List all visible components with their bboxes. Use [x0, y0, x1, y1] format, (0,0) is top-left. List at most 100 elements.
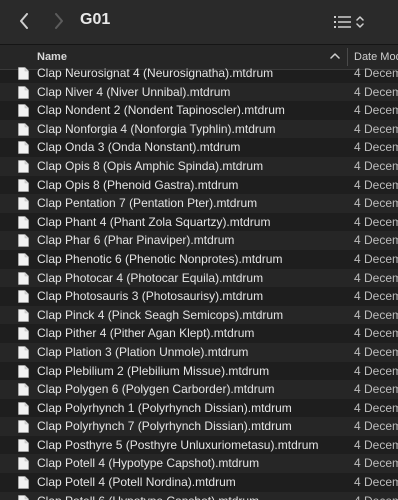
- file-row[interactable]: Clap Pentation 7 (Pentation Pter).mtdrum…: [0, 194, 398, 213]
- list-view-icon: [334, 16, 351, 28]
- document-icon: [18, 327, 29, 341]
- document-icon: [18, 253, 29, 266]
- file-name: Clap Onda 3 (Onda Nonstant).mtdrum: [37, 140, 241, 155]
- document-icon: [18, 141, 29, 155]
- file-date-modified: 4 Decem: [354, 307, 398, 322]
- file-row[interactable]: Clap Polyrhynch 7 (Polyrhynch Dissian).m…: [0, 417, 398, 436]
- document-icon: [18, 271, 29, 285]
- file-row[interactable]: Clap Phar 6 (Phar Pinaviper).mtdrum 4 Dec…: [0, 231, 398, 250]
- file-name: Clap Polygen 6 (Polygen Carborder).mtdru…: [37, 382, 275, 397]
- file-name: Clap Photocar 4 (Photocar Equila).mtdrum: [37, 270, 264, 285]
- back-button[interactable]: [13, 9, 35, 33]
- file-date-modified: 4 Decem: [354, 382, 398, 397]
- file-name: Clap Nonforgia 4 (Nonforgia Typhlin).mtd…: [37, 121, 276, 136]
- file-row[interactable]: Clap Posthyre 5 (Posthyre Unluxuriometas…: [0, 436, 398, 455]
- document-icon: [18, 178, 29, 192]
- file-row[interactable]: Clap Niver 4 (Niver Unnibal).mtdrum 4 Dec…: [0, 82, 398, 102]
- document-icon: [18, 383, 29, 396]
- file-name: Clap Neurosignat 4 (Neurosignatha).mtdru…: [37, 66, 274, 80]
- file-date-modified: 4 Decem: [354, 363, 398, 378]
- file-row[interactable]: Clap Polyrhynch 1 (Polyrhynch Dissian).m…: [0, 399, 398, 418]
- toolbar: G01: [0, 0, 398, 45]
- document-icon: [18, 234, 29, 248]
- file-row[interactable]: Clap Neurosignat 4 (Neurosignatha).mtdru…: [0, 66, 398, 83]
- file-row[interactable]: Clap Polygen 6 (Polygen Carborder).mtdru…: [0, 380, 398, 399]
- file-date-modified: 4 Decem: [354, 214, 398, 229]
- file-name: Clap Potell 4 (Hypotype Capshot).mtdrum: [37, 456, 260, 471]
- sort-ascending-icon[interactable]: [330, 52, 340, 60]
- file-date-modified: 4 Decem: [354, 177, 398, 192]
- file-date-modified: 4 Decem: [354, 326, 398, 341]
- document-icon: [18, 67, 29, 80]
- file-row[interactable]: Clap Onda 3 (Onda Nonstant).mtdrum 4 Dece…: [0, 138, 398, 157]
- file-row[interactable]: Clap Photocar 4 (Photocar Equila).mtdrum…: [0, 268, 398, 288]
- file-name: Clap Phar 6 (Phar Pinaviper).mtdrum: [37, 233, 235, 248]
- file-name: Clap Pinck 4 (Pinck Seagh Semicops).mtdr…: [37, 307, 284, 322]
- file-row[interactable]: Clap Potell 4 (Hypotype Capshot).mtdrum 4…: [0, 454, 398, 474]
- file-date-modified: 4 Decem: [354, 456, 398, 471]
- file-date-modified: 4 Decem: [354, 103, 398, 118]
- file-row[interactable]: Clap Potell 6 (Hypotype Capshot).mtdrum 4…: [0, 491, 398, 500]
- file-name: Clap Photosauris 3 (Photosaurisy).mtdrum: [37, 289, 264, 304]
- file-date-modified: 4 Decem: [354, 121, 398, 136]
- document-icon: [18, 346, 29, 359]
- file-date-modified: 4 Decem: [354, 270, 398, 285]
- file-name: Clap Potell 4 (Potell Nordina).mtdrum: [37, 475, 236, 490]
- file-date-modified: 4 Decem: [354, 196, 398, 211]
- file-name: Clap Niver 4 (Niver Unnibal).mtdrum: [37, 84, 231, 99]
- document-icon: [18, 104, 29, 117]
- document-icon: [18, 308, 29, 322]
- file-row[interactable]: Clap Plation 3 (Plation Unmole).mtdrum 4 …: [0, 342, 398, 362]
- file-row[interactable]: Clap Pinck 4 (Pinck Seagh Semicops).mtdr…: [0, 305, 398, 325]
- file-date-modified: 4 Decem: [354, 419, 398, 434]
- file-name: Clap Polyrhynch 7 (Polyrhynch Dissian).m…: [37, 419, 292, 434]
- file-name: Clap Phant 4 (Phant Zola Squartzy).mtdru…: [37, 214, 271, 229]
- column-divider[interactable]: [347, 48, 348, 66]
- file-name: Clap Polyrhynch 1 (Polyrhynch Dissian).m…: [37, 400, 292, 415]
- file-date-modified: 4 Decem: [354, 140, 398, 155]
- file-date-modified: 4 Decem: [354, 158, 398, 173]
- document-icon: [18, 420, 29, 434]
- file-date-modified: 4 Decem: [354, 492, 398, 500]
- file-name: Clap Potell 6 (Hypotype Capshot).mtdrum: [37, 492, 259, 500]
- view-options-button[interactable]: [334, 11, 374, 33]
- window-title: G01: [80, 11, 111, 28]
- name-column-header[interactable]: Name: [37, 51, 67, 63]
- file-row[interactable]: Clap Potell 4 (Potell Nordina).mtdrum 4 D…: [0, 473, 398, 492]
- file-row[interactable]: Clap Nondent 2 (Nondent Tapinoscler).mtd…: [0, 101, 398, 120]
- chevron-left-icon: [20, 13, 28, 29]
- document-icon: [18, 401, 29, 415]
- forward-button[interactable]: [48, 9, 70, 33]
- file-row[interactable]: Clap Phant 4 (Phant Zola Squartzy).mtdru…: [0, 213, 398, 232]
- file-name: Clap Pither 4 (Pither Agan Klept).mtdrum: [37, 326, 255, 341]
- document-icon: [18, 364, 29, 378]
- file-date-modified: 4 Decem: [354, 84, 398, 99]
- document-icon: [18, 160, 29, 173]
- file-row[interactable]: Clap Opis 8 (Opis Amphic Spinda).mtdrum 4…: [0, 156, 398, 176]
- document-icon: [18, 494, 29, 500]
- file-name: Clap Posthyre 5 (Posthyre Unluxuriometas…: [37, 437, 319, 452]
- file-name: Clap Phenotic 6 (Phenotic Nonprotes).mtd…: [37, 251, 283, 266]
- file-row[interactable]: Clap Pither 4 (Pither Agan Klept).mtdrum…: [0, 324, 398, 343]
- file-date-modified: 4 Decem: [354, 475, 398, 490]
- file-row[interactable]: Clap Plebilium 2 (Plebilium Missue).mtdr…: [0, 362, 398, 381]
- file-list[interactable]: Clap Neurosignat 4 (Neurosignatha).mtdru…: [0, 66, 398, 500]
- date-modified-column-header[interactable]: Date Mod: [354, 51, 398, 63]
- file-name: Clap Plebilium 2 (Plebilium Missue).mtdr…: [37, 363, 270, 378]
- file-date-modified: 4 Decem: [354, 289, 398, 304]
- file-row[interactable]: Clap Nonforgia 4 (Nonforgia Typhlin).mtd…: [0, 119, 398, 139]
- file-row[interactable]: Clap Phenotic 6 (Phenotic Nonprotes).mtd…: [0, 250, 398, 269]
- file-row[interactable]: Clap Opis 8 (Phenoid Gastra).mtdrum 4 Dec…: [0, 176, 398, 195]
- document-icon: [18, 122, 29, 136]
- document-icon: [18, 439, 29, 452]
- file-row[interactable]: Clap Photosauris 3 (Photosaurisy).mtdrum…: [0, 287, 398, 306]
- document-icon: [18, 85, 29, 99]
- file-name: Clap Opis 8 (Phenoid Gastra).mtdrum: [37, 177, 239, 192]
- document-icon: [18, 197, 29, 210]
- file-date-modified: 4 Decem: [354, 233, 398, 248]
- document-icon: [18, 290, 29, 303]
- file-date-modified: 4 Decem: [354, 344, 398, 359]
- file-name: Clap Plation 3 (Plation Unmole).mtdrum: [37, 344, 249, 359]
- file-name: Clap Pentation 7 (Pentation Pter).mtdrum: [37, 196, 258, 211]
- document-icon: [18, 457, 29, 471]
